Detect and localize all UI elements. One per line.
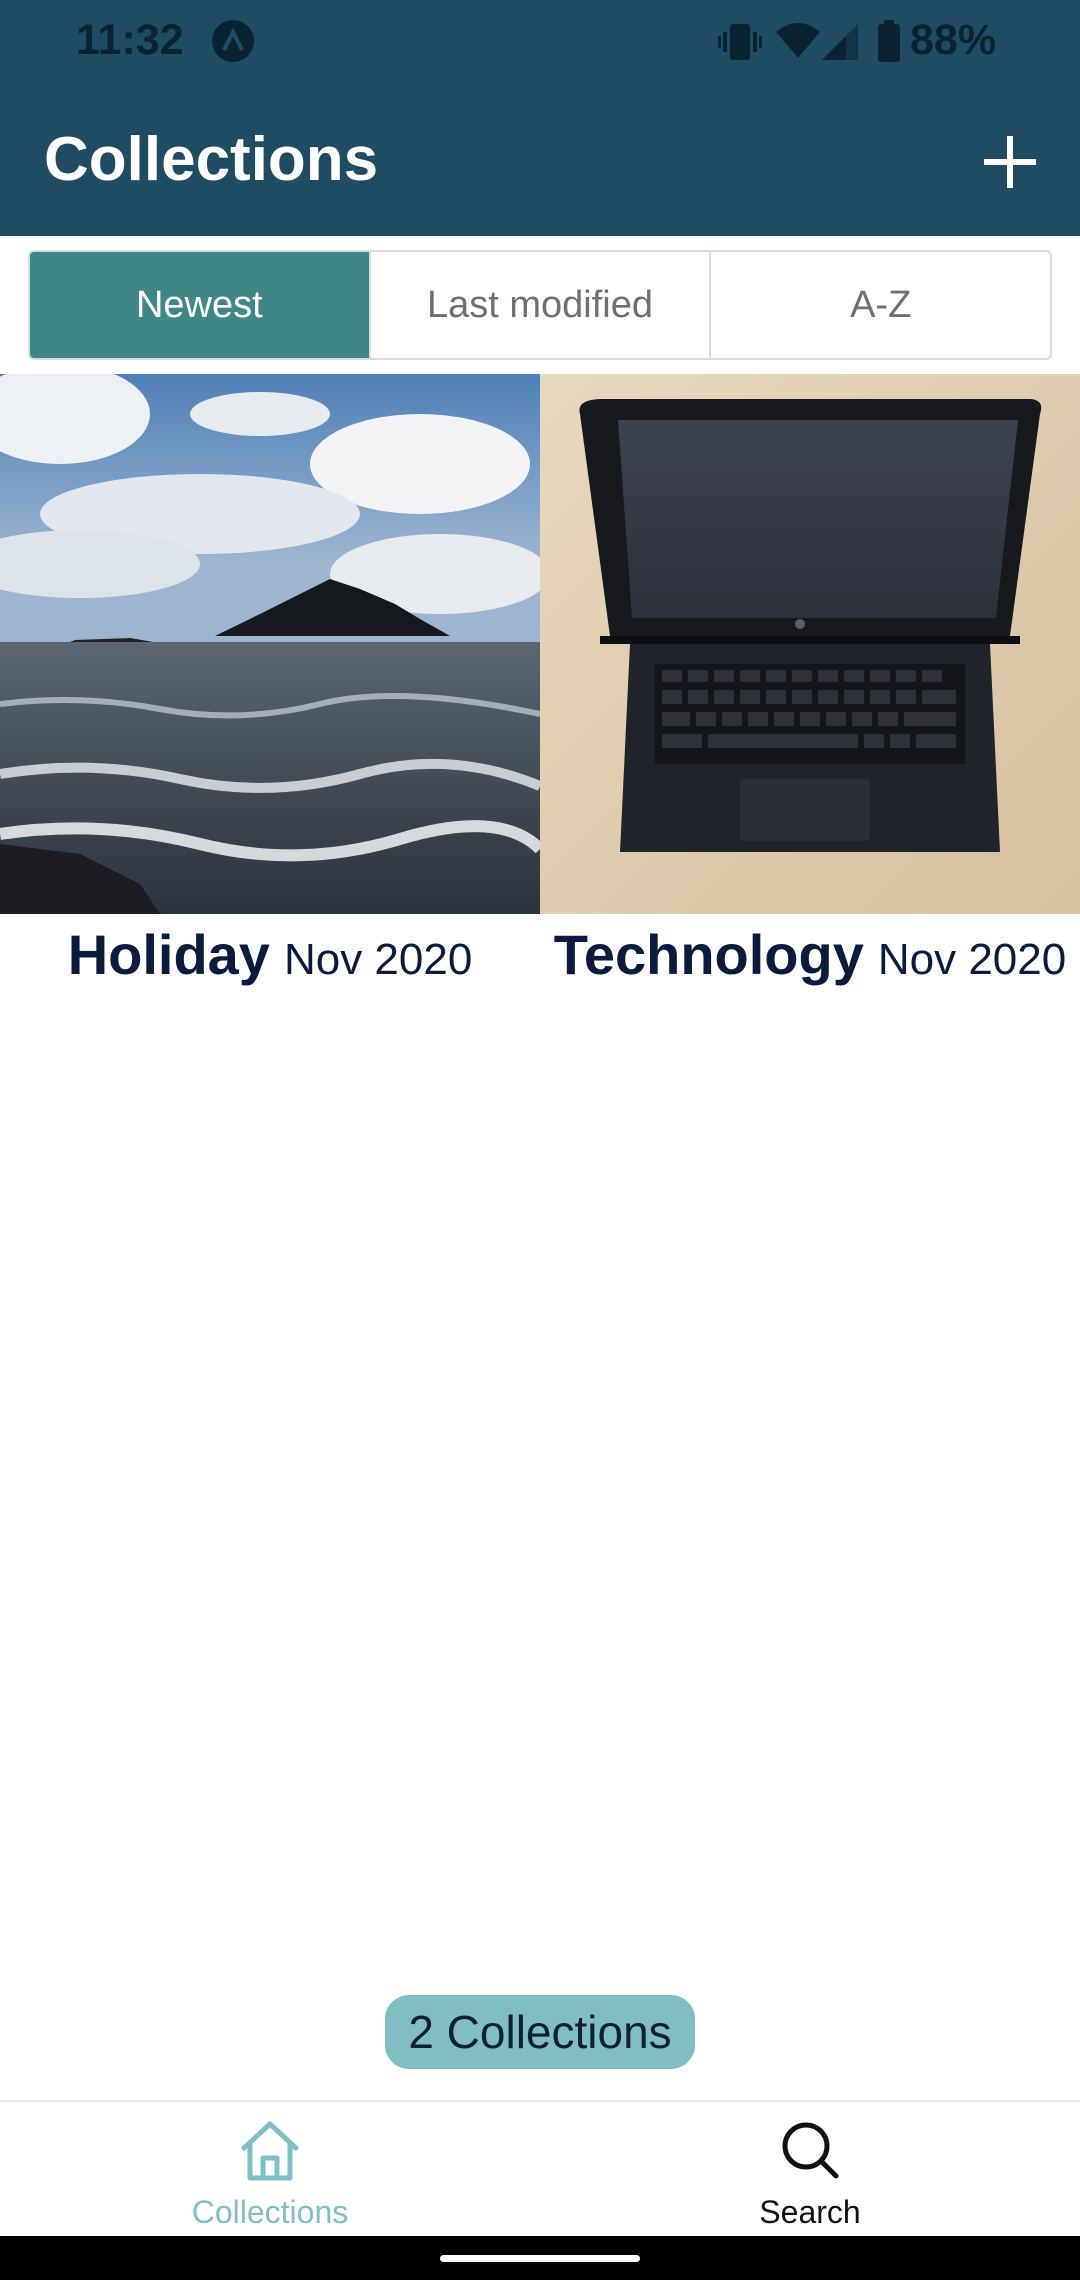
nav-label-collections: Collections <box>191 2194 349 2230</box>
nav-label-search: Search <box>759 2194 861 2230</box>
app-screen: 11:32 88% Collections Newest Last modifi… <box>0 0 1080 2280</box>
search-icon <box>782 2122 839 2179</box>
home-gesture-handle[interactable] <box>440 2255 640 2262</box>
collection-caption: Holiday Nov 2020 <box>0 914 540 1002</box>
vibrate-icon <box>718 24 762 60</box>
battery-percentage: 88% <box>910 16 997 64</box>
sort-segmented-control: Newest Last modified A-Z <box>28 250 1052 360</box>
signal-icon <box>822 24 858 60</box>
plus-icon <box>984 136 1036 188</box>
page-title: Collections <box>44 125 379 194</box>
home-icon <box>241 2121 299 2181</box>
status-bar: 11:32 88% <box>0 0 1080 84</box>
status-time: 11:32 <box>76 16 184 64</box>
collection-date: Nov 2020 <box>283 935 473 984</box>
nav-item-search[interactable]: Search <box>540 2102 1080 2238</box>
collection-name: Technology <box>553 923 864 986</box>
collection-card-technology[interactable]: Technology Nov 2020 <box>540 374 1080 1002</box>
system-navigation-bar <box>0 2236 1080 2280</box>
collection-card-holiday[interactable]: Holiday Nov 2020 <box>0 374 540 1002</box>
sort-option-a-z[interactable]: A-Z <box>711 252 1050 358</box>
bottom-navigation: Collections Search <box>0 2100 1080 2236</box>
collection-name: Holiday <box>67 923 270 986</box>
collection-date: Nov 2020 <box>877 935 1067 984</box>
collections-count-badge: 2 Collections <box>385 1995 695 2069</box>
wifi-icon <box>776 23 820 58</box>
app-bar: Collections <box>0 84 1080 236</box>
collection-caption: Technology Nov 2020 <box>540 914 1080 1002</box>
nav-item-collections[interactable]: Collections <box>0 2102 540 2238</box>
sort-option-last-modified[interactable]: Last modified <box>371 252 712 358</box>
add-collection-button[interactable] <box>976 128 1044 196</box>
sort-option-newest[interactable]: Newest <box>30 252 371 358</box>
battery-icon <box>878 20 900 62</box>
app-notification-icon <box>212 20 254 62</box>
seascape-island-photo <box>0 374 540 914</box>
laptop-photo <box>540 374 1080 914</box>
